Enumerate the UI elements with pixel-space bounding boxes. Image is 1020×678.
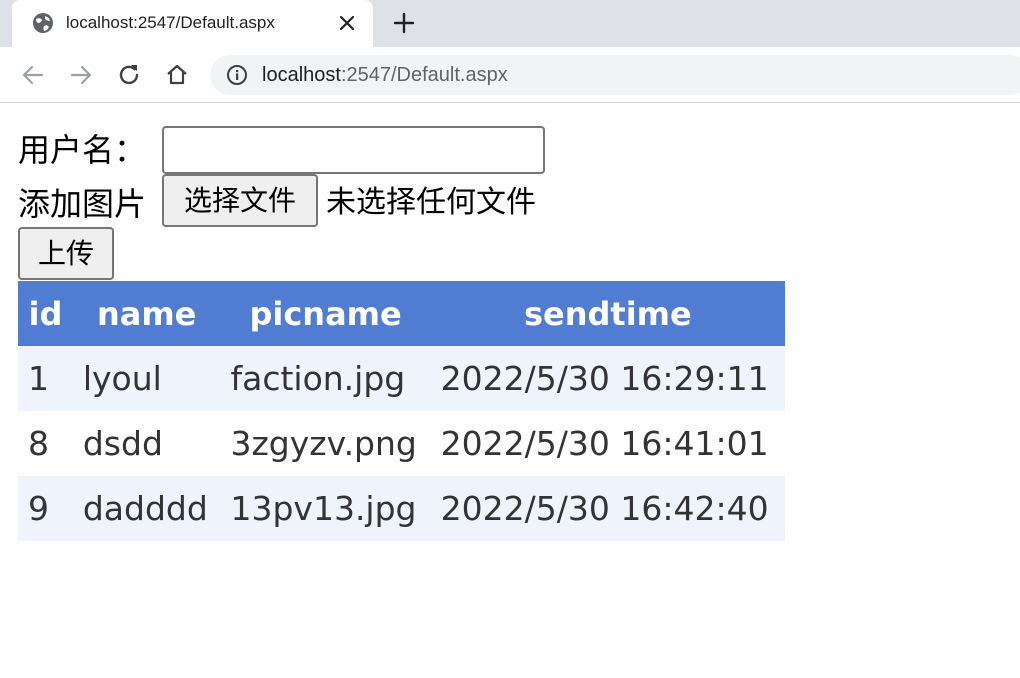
- username-label: 用户名：: [18, 131, 147, 169]
- cell-id: 8: [18, 411, 73, 476]
- table-row: 9 dadddd 13pv13.jpg 2022/5/30 16:42:40: [18, 476, 785, 541]
- column-header-name: name: [72, 281, 221, 346]
- grid-header-row: id name picname sendtime: [18, 281, 785, 346]
- cell-sendtime: 2022/5/30 16:41:01: [430, 411, 785, 476]
- cell-sendtime: 2022/5/30 16:29:11: [430, 346, 785, 411]
- file-status-text: 未选择任何文件: [326, 185, 536, 220]
- browser-toolbar: localhost:2547/Default.aspx: [0, 47, 1020, 103]
- cell-id: 9: [18, 476, 73, 541]
- column-header-id: id: [18, 281, 73, 346]
- globe-icon: [33, 13, 53, 33]
- home-icon[interactable]: [164, 62, 190, 88]
- info-icon[interactable]: [226, 64, 248, 86]
- tab-strip: localhost:2547/Default.aspx: [0, 0, 1020, 47]
- table-row: 8 dsdd 3zgyzv.png 2022/5/30 16:41:01: [18, 411, 785, 476]
- cell-name: dsdd: [72, 411, 221, 476]
- back-icon[interactable]: [20, 62, 46, 88]
- url-text[interactable]: localhost:2547/Default.aspx: [262, 63, 508, 87]
- address-bar[interactable]: localhost:2547/Default.aspx: [210, 55, 1020, 95]
- reload-icon[interactable]: [116, 62, 142, 88]
- tab-title: localhost:2547/Default.aspx: [66, 13, 275, 32]
- choose-file-button[interactable]: 选择文件: [162, 174, 318, 227]
- username-input[interactable]: [162, 126, 545, 174]
- data-grid: id name picname sendtime 1 lyoul faction…: [18, 281, 785, 541]
- new-tab-icon[interactable]: [392, 11, 416, 35]
- cell-id: 1: [18, 346, 73, 411]
- forward-icon[interactable]: [68, 62, 94, 88]
- cell-sendtime: 2022/5/30 16:42:40: [430, 476, 785, 541]
- column-header-sendtime: sendtime: [430, 281, 785, 346]
- close-icon[interactable]: [337, 13, 357, 33]
- table-row: 1 lyoul faction.jpg 2022/5/30 16:29:11: [18, 346, 785, 411]
- add-image-label: 添加图片: [18, 185, 147, 223]
- cell-name: lyoul: [72, 346, 221, 411]
- cell-name: dadddd: [72, 476, 221, 541]
- cell-picname: 13pv13.jpg: [220, 476, 431, 541]
- browser-tab[interactable]: localhost:2547/Default.aspx: [12, 0, 373, 47]
- cell-picname: 3zgyzv.png: [220, 411, 431, 476]
- url-path: :2547/Default.aspx: [340, 64, 508, 86]
- url-host: localhost: [262, 64, 341, 86]
- upload-button[interactable]: 上传: [18, 227, 114, 280]
- cell-picname: faction.jpg: [220, 346, 431, 411]
- column-header-picname: picname: [220, 281, 431, 346]
